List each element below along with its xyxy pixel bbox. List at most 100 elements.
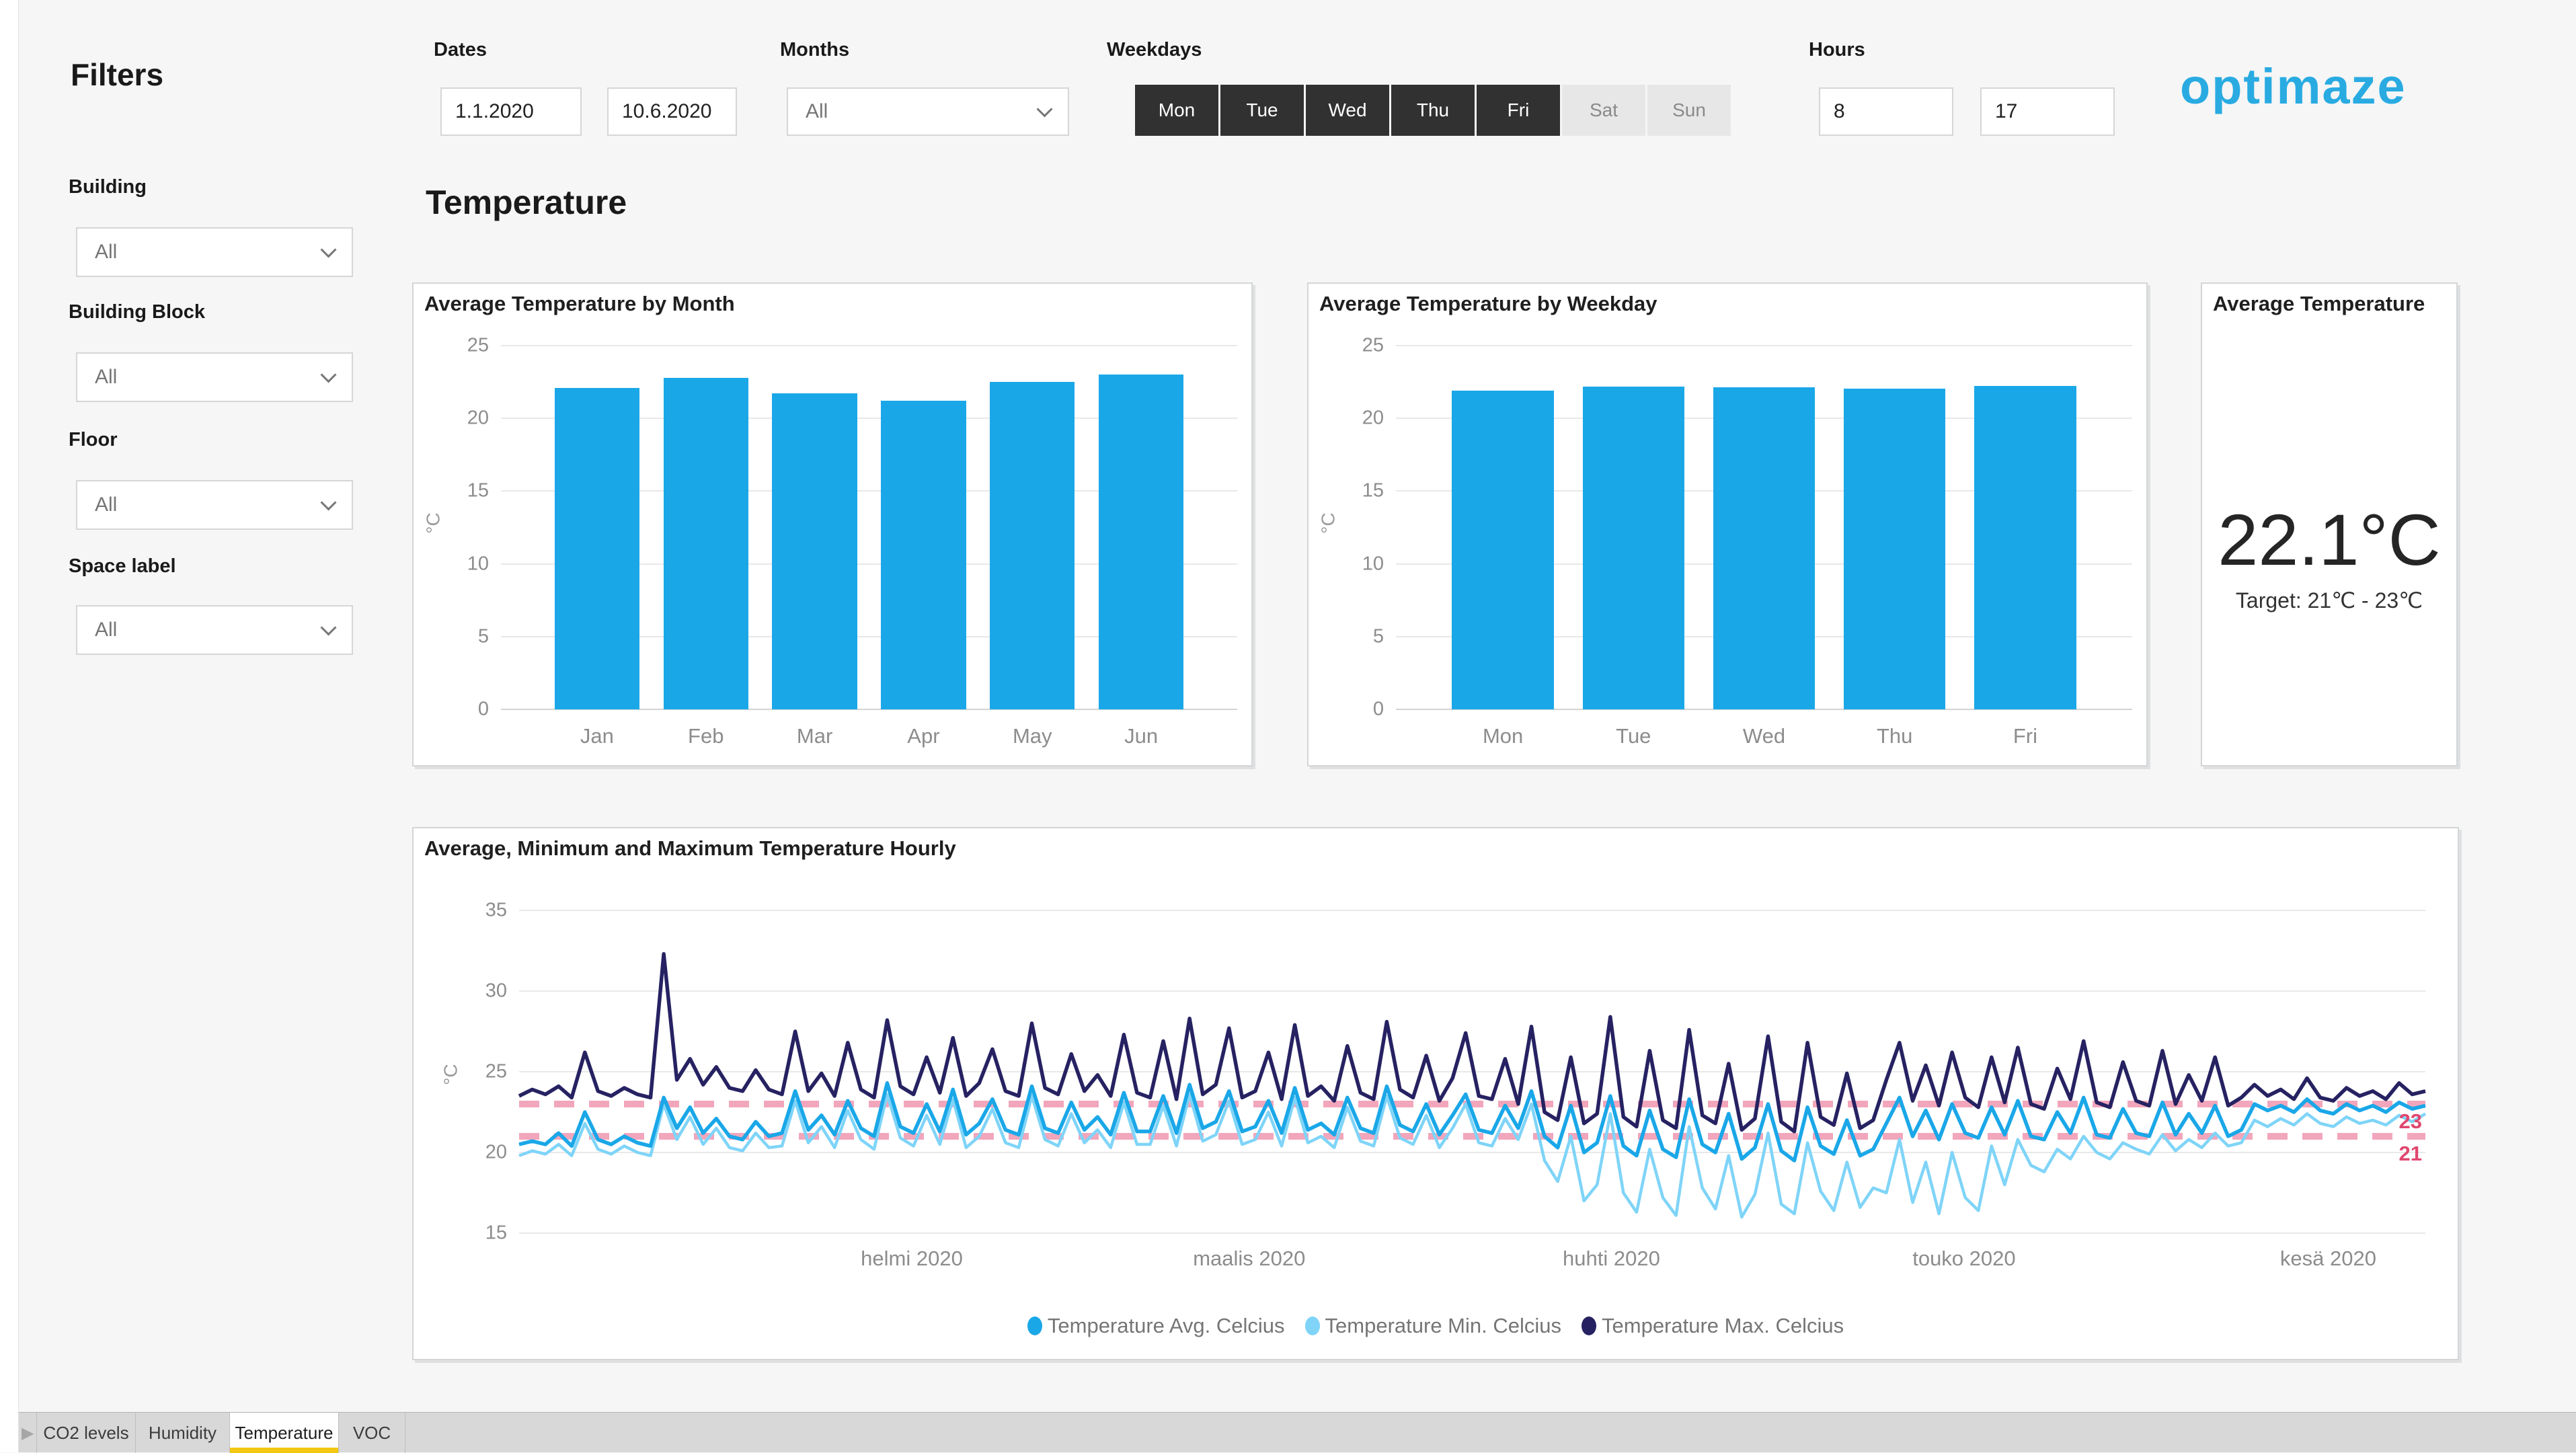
y-axis-unit-label: °C (423, 512, 444, 533)
x-axis-tick-label: Jan (580, 724, 614, 748)
x-axis-tick-label: Mon (1483, 724, 1523, 748)
weekday-button-thu[interactable]: Thu (1391, 85, 1475, 136)
y-axis-tick-label: 15 (467, 480, 489, 502)
avg-temp-by-month-card: Average Temperature by Month 0510152025J… (412, 282, 1253, 767)
x-axis-tick-label: Jun (1124, 724, 1158, 748)
y-axis-tick-label: 5 (478, 625, 489, 647)
filter-group-label: Floor (69, 429, 118, 451)
x-axis-tick-label: Mar (797, 724, 832, 748)
dates-label: Dates (434, 39, 487, 61)
hours-end-input[interactable] (1980, 87, 2115, 136)
page-tab-bar: ◀ ▶ CO2 levelsHumidityTemperatureVOC (0, 1412, 2576, 1452)
chart-title: Average Temperature by Month (424, 292, 735, 316)
next-page-arrow-icon[interactable]: ▶ (22, 1413, 34, 1453)
y-axis-tick-label: 25 (467, 335, 489, 357)
weekday-button-group: MonTueWedThuFriSatSun (1135, 85, 1731, 136)
x-axis-tick-label: huhti 2020 (1563, 1247, 1660, 1271)
filter-group-label: Building (69, 176, 147, 198)
x-axis-tick-label: May (1013, 724, 1052, 748)
average-temperature-kpi-card: Average Temperature 22.1°C Target: 21℃ -… (2201, 282, 2458, 767)
hours-label: Hours (1809, 39, 1865, 61)
y-axis-tick-label: 35 (485, 900, 507, 922)
legend-item[interactable]: Temperature Avg. Celcius (1027, 1314, 1285, 1338)
x-axis-tick-label: touko 2020 (1912, 1247, 2015, 1271)
legend-dot-icon (1027, 1317, 1042, 1335)
avg-temp-by-weekday-card: Average Temperature by Weekday 051015202… (1307, 282, 2148, 767)
date-end-input[interactable] (607, 87, 737, 136)
hours-start-input[interactable] (1819, 87, 1953, 136)
legend-item[interactable]: Temperature Min. Celcius (1305, 1314, 1561, 1338)
filter-dropdown-building[interactable]: All (76, 227, 353, 277)
target-line-label-23: 23 (2355, 1109, 2422, 1134)
legend-dot-icon (1582, 1317, 1596, 1335)
weekday-button-mon[interactable]: Mon (1135, 85, 1218, 136)
months-dropdown-value: All (806, 100, 828, 123)
optimaze-logo: optimaze (2180, 58, 2407, 115)
filter-dropdown-value: All (95, 494, 117, 516)
y-axis-tick-label: 20 (485, 1142, 507, 1164)
tab-temperature[interactable]: Temperature (230, 1413, 339, 1453)
gridline (501, 345, 1237, 346)
bar-jan[interactable] (555, 388, 639, 709)
weekday-button-sat[interactable]: Sat (1562, 85, 1645, 136)
y-axis-tick-label: 10 (467, 553, 489, 575)
temperature-lines-svg (519, 910, 2425, 1233)
page-title: Temperature (426, 183, 627, 222)
months-dropdown[interactable]: All (787, 87, 1069, 136)
x-axis-tick-label: Fri (2013, 724, 2037, 748)
weekday-button-tue[interactable]: Tue (1220, 85, 1304, 136)
y-axis-tick-label: 20 (1362, 407, 1384, 430)
bar-wed[interactable] (1713, 387, 1815, 709)
filter-dropdown-floor[interactable]: All (76, 480, 353, 530)
chevron-down-icon (320, 619, 336, 635)
y-axis-tick-label: 30 (485, 980, 507, 1003)
tab-humidity[interactable]: Humidity (136, 1413, 230, 1453)
legend-item[interactable]: Temperature Max. Celcius (1582, 1314, 1844, 1338)
bar-may[interactable] (990, 382, 1075, 709)
y-axis-tick-label: 25 (485, 1061, 507, 1083)
weekday-button-fri[interactable]: Fri (1477, 85, 1560, 136)
filter-dropdown-value: All (95, 241, 117, 264)
legend-dot-icon (1305, 1317, 1320, 1335)
bar-thu[interactable] (1844, 389, 1945, 709)
legend-label: Temperature Avg. Celcius (1048, 1314, 1285, 1338)
bar-tue[interactable] (1583, 387, 1684, 709)
weekday-button-wed[interactable]: Wed (1306, 85, 1389, 136)
filters-panel-title: Filters (71, 56, 163, 93)
chevron-down-icon (320, 366, 336, 383)
kpi-target-range: Target: 21℃ - 23℃ (2202, 588, 2456, 613)
bar-chart-weekday-plot: 0510152025MonTueWedThuFri (1396, 346, 2132, 709)
x-axis-tick-label: kesä 2020 (2280, 1247, 2376, 1271)
kpi-value: 22.1°C (2202, 498, 2456, 582)
kpi-title: Average Temperature (2213, 292, 2425, 316)
bar-mar[interactable] (772, 393, 857, 709)
bar-fri[interactable] (1974, 386, 2076, 709)
weekday-button-sun[interactable]: Sun (1647, 85, 1731, 136)
bar-apr[interactable] (881, 401, 966, 709)
filter-dropdown-space-label[interactable]: All (76, 605, 353, 655)
chevron-down-icon (320, 494, 336, 510)
tab-voc[interactable]: VOC (339, 1413, 405, 1453)
y-axis-tick-label: 10 (1362, 553, 1384, 575)
chart-title: Average, Minimum and Maximum Temperature… (424, 836, 956, 861)
filter-dropdown-value: All (95, 619, 117, 641)
collapsed-nav-strip (0, 0, 19, 1452)
line-chart-plot: 1520253035helmi 2020maalis 2020huhti 202… (519, 910, 2425, 1233)
y-axis-tick-label: 0 (478, 699, 489, 721)
y-axis-unit-label: °C (440, 1064, 462, 1085)
legend-label: Temperature Max. Celcius (1602, 1314, 1844, 1338)
x-axis-tick-label: maalis 2020 (1193, 1247, 1305, 1271)
filter-dropdown-building-block[interactable]: All (76, 352, 353, 402)
date-start-input[interactable] (440, 87, 582, 136)
x-axis-tick-label: Feb (688, 724, 724, 748)
gridline (1396, 345, 2132, 346)
hourly-temperature-card: Average, Minimum and Maximum Temperature… (412, 827, 2459, 1360)
y-axis-tick-label: 5 (1373, 625, 1384, 647)
x-axis-tick-label: Tue (1616, 724, 1651, 748)
months-label: Months (780, 39, 849, 61)
filter-group-label: Space label (69, 555, 176, 578)
bar-feb[interactable] (664, 378, 748, 709)
tab-co2-levels[interactable]: CO2 levels (36, 1413, 136, 1453)
bar-mon[interactable] (1452, 391, 1553, 709)
bar-jun[interactable] (1099, 375, 1183, 709)
